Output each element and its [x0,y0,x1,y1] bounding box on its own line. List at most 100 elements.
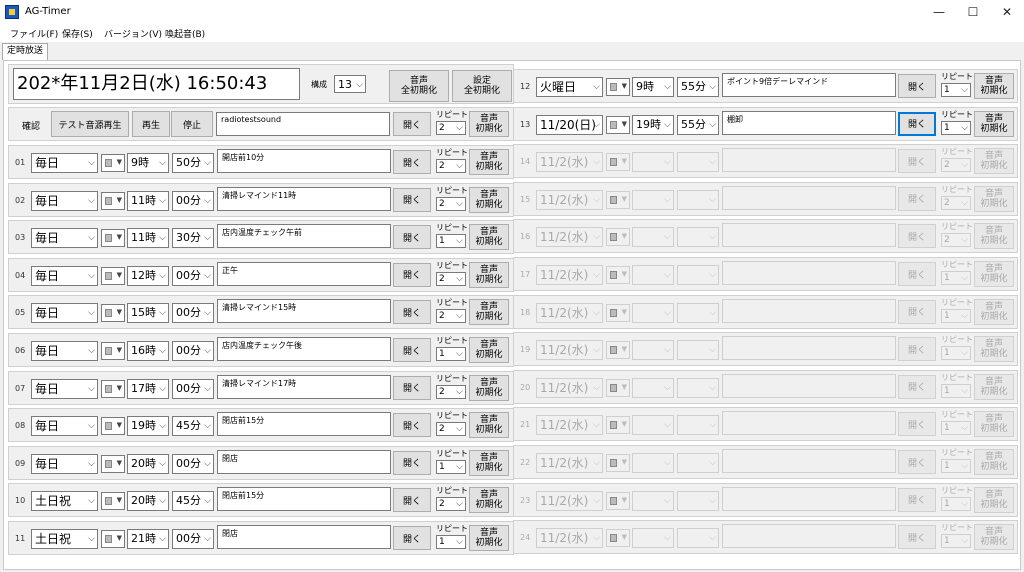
repeat-select[interactable]: 1 ⌵ [941,496,971,511]
day-select[interactable]: 毎日 ⌵ [31,153,98,173]
sound-select[interactable]: ▼ [101,266,125,285]
day-select[interactable]: 11/2(水) ⌵ [536,227,603,248]
message-field[interactable]: 店内温度チェック午前 [217,224,391,249]
day-select[interactable]: 毎日 ⌵ [31,303,98,324]
repeat-select[interactable]: 2 ⌵ [436,422,466,437]
hour-select[interactable]: 16時 ⌵ [127,341,169,361]
repeat-select[interactable]: 1 ⌵ [436,535,466,549]
hour-select[interactable]: 12時 ⌵ [127,265,169,286]
open-button[interactable]: 開く [393,262,431,287]
hour-select[interactable]: ⌵ [632,152,674,173]
message-field[interactable]: 閉店前15分 [217,412,391,437]
minute-select[interactable]: 00分 ⌵ [172,453,214,474]
sound-select[interactable]: ▼ [606,228,630,247]
hour-select[interactable]: 9時 ⌵ [127,153,169,173]
hour-select[interactable]: 15時 ⌵ [127,303,169,324]
minute-select[interactable]: ⌵ [677,302,719,323]
day-select[interactable]: 土日祝 ⌵ [31,491,98,512]
repeat-select[interactable]: 2 ⌵ [436,196,466,211]
sound-select[interactable]: ▼ [606,115,630,134]
minute-select[interactable]: ⌵ [677,528,719,549]
day-select[interactable]: 毎日 ⌵ [31,378,98,399]
day-select[interactable]: 11/2(水) ⌵ [536,490,603,511]
sound-reset-button[interactable]: 音声 初期化 [974,110,1014,137]
day-select[interactable]: 毎日 ⌵ [31,453,98,474]
sound-select[interactable]: ▼ [606,341,630,360]
repeat-select[interactable]: 1 ⌵ [941,308,971,323]
sound-select[interactable]: ▼ [101,417,125,436]
config-select[interactable]: 13 ⌵ [334,75,366,93]
tab-scheduled-broadcast[interactable]: 定時放送 [2,43,48,60]
repeat-select[interactable]: 2 ⌵ [941,233,971,248]
open-button[interactable]: 開く [898,186,936,211]
day-select[interactable]: 11/2(水) ⌵ [536,340,603,361]
menu-file[interactable]: ファイル(F) [10,27,58,40]
repeat-select[interactable]: 1 ⌵ [941,120,971,135]
open-button[interactable]: 開く [393,526,431,550]
minute-select[interactable]: 00分 ⌵ [172,303,214,324]
test-repeat-select[interactable]: 2 ⌵ [436,121,466,135]
message-field[interactable]: ポイント9倍デーレマインド [722,73,896,97]
open-button[interactable]: 開く [898,487,936,512]
minute-select[interactable]: ⌵ [677,152,719,173]
open-button[interactable]: 開く [898,224,936,249]
sound-reset-button[interactable]: 音声 初期化 [469,186,509,213]
sound-select[interactable]: ▼ [606,491,630,510]
sound-select[interactable]: ▼ [606,266,630,284]
sound-select[interactable]: ▼ [101,191,125,210]
open-button[interactable]: 開く [898,149,936,174]
sound-reset-button[interactable]: 音声 初期化 [469,224,509,251]
sound-select[interactable]: ▼ [101,530,125,548]
message-field[interactable] [722,298,896,323]
message-field[interactable] [722,336,896,361]
open-button[interactable]: 開く [393,338,431,362]
open-button[interactable]: 開く [393,488,431,513]
menu-alert-sound[interactable]: 喚起音(B) [165,27,205,40]
sound-select[interactable]: ▼ [101,454,125,473]
minute-select[interactable]: ⌵ [677,189,719,210]
day-select[interactable]: 火曜日 ⌵ [536,77,603,97]
minimize-button[interactable]: — [922,0,956,24]
repeat-select[interactable]: 1 ⌵ [941,83,971,97]
sound-select[interactable]: ▼ [606,529,630,548]
minute-select[interactable]: 00分 ⌵ [172,529,214,549]
settings-all-reset-button[interactable]: 設定 全初期化 [452,70,512,102]
sound-select[interactable]: ▼ [101,379,125,398]
day-select[interactable]: 11/2(水) ⌵ [536,189,603,210]
sound-select[interactable]: ▼ [101,304,125,323]
sound-reset-button[interactable]: 音声 初期化 [974,336,1014,363]
menu-save[interactable]: 保存(S) [62,27,93,40]
minute-select[interactable]: 00分 ⌵ [172,378,214,399]
message-field[interactable]: 清掃レマインド17時 [217,374,391,399]
open-button[interactable]: 開く [393,225,431,250]
sound-reset-button[interactable]: 音声 初期化 [974,185,1014,212]
open-button[interactable]: 開く [393,413,431,438]
hour-select[interactable]: 19時 ⌵ [632,114,674,135]
open-button[interactable]: 開く [393,375,431,400]
hour-select[interactable]: 19時 ⌵ [127,416,169,437]
sound-reset-button[interactable]: 音声 初期化 [469,299,509,326]
sound-reset-button[interactable]: 音声 初期化 [974,524,1014,551]
sound-select[interactable]: ▼ [606,454,630,472]
sound-reset-button[interactable]: 音声 初期化 [974,486,1014,513]
hour-select[interactable]: ⌵ [632,265,674,285]
repeat-select[interactable]: 2 ⌵ [436,271,466,286]
open-button[interactable]: 開く [393,450,431,475]
message-field[interactable] [722,148,896,173]
open-button[interactable]: 開く [898,412,936,437]
open-button[interactable]: 開く [393,300,431,325]
sound-reset-button[interactable]: 音声 初期化 [974,411,1014,438]
play-button[interactable]: 再生 [132,111,170,137]
test-sound-play-button[interactable]: テスト音源再生 [51,111,129,137]
repeat-select[interactable]: 1 ⌵ [941,534,971,549]
message-field[interactable]: 閉店 [217,525,391,549]
message-field[interactable] [722,261,896,285]
sound-reset-button[interactable]: 音声 初期化 [469,525,509,551]
day-select[interactable]: 11/2(水) ⌵ [536,528,603,549]
sound-reset-button[interactable]: 音声 初期化 [469,149,509,175]
open-button[interactable]: 開く [898,374,936,399]
close-button[interactable]: ✕ [990,0,1024,24]
hour-select[interactable]: ⌵ [632,302,674,323]
day-select[interactable]: 11/2(水) ⌵ [536,302,603,323]
day-select[interactable]: 11/2(水) ⌵ [536,265,603,285]
